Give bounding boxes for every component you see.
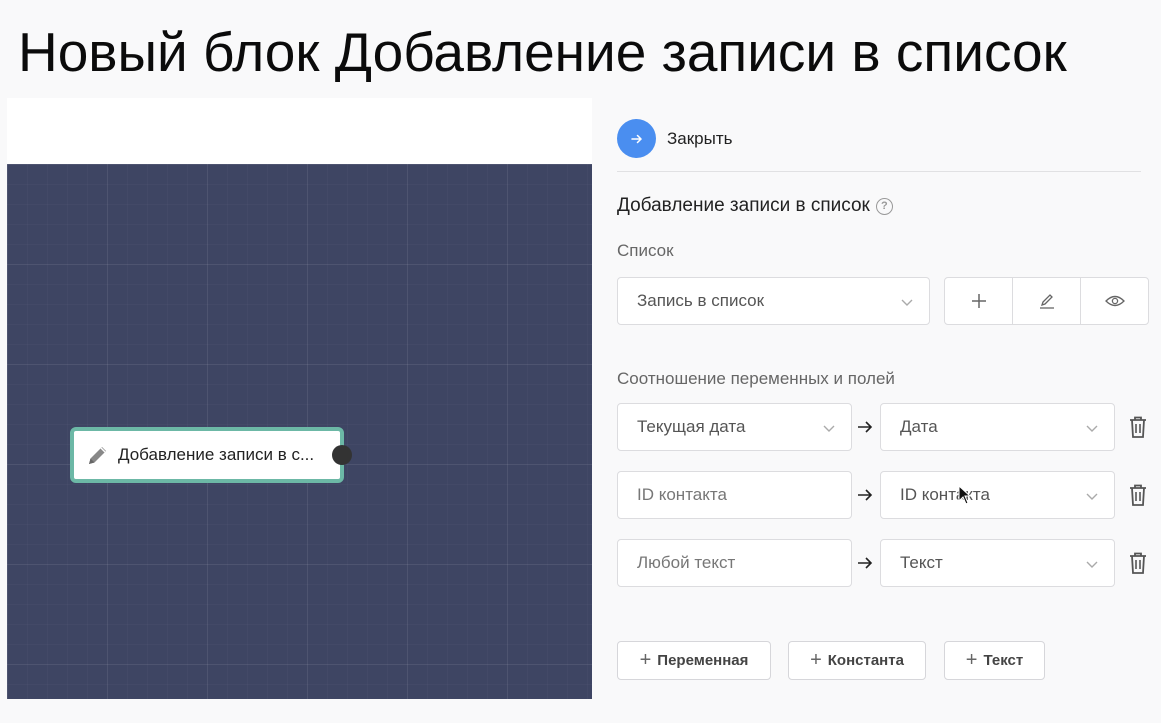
arrow-right-icon: [857, 553, 877, 573]
add-constant-label: Константа: [827, 652, 904, 669]
add-constant-button[interactable]: + Константа: [788, 641, 926, 680]
list-actions: [944, 277, 1149, 325]
pencil-icon: [86, 442, 112, 468]
plus-icon: +: [965, 649, 978, 671]
mapping-source-value: Текущая дата: [637, 417, 746, 436]
mapping-target-value: Дата: [900, 417, 938, 436]
chevron-down-icon: [1086, 425, 1098, 432]
slide-title: Новый блок Добавление записи в список: [18, 21, 1067, 83]
add-text-button[interactable]: + Текст: [944, 641, 1045, 680]
add-list-button[interactable]: [945, 278, 1012, 324]
add-text-label: Текст: [983, 652, 1024, 669]
list-label: Список: [617, 241, 674, 260]
trash-icon[interactable]: [1128, 551, 1148, 575]
list-select[interactable]: Запись в список: [617, 277, 930, 325]
chevron-down-icon: [901, 299, 913, 306]
canvas-toolbar-area: [7, 98, 592, 164]
divider: [617, 171, 1141, 172]
eye-icon: [1104, 295, 1125, 307]
list-select-value: Запись в список: [637, 291, 765, 310]
plus-icon: +: [639, 649, 652, 671]
node-label: Добавление записи в с...: [118, 445, 315, 464]
add-variable-label: Переменная: [657, 652, 749, 669]
mapping-target-select[interactable]: Дата: [880, 403, 1115, 451]
mapping-source-input[interactable]: ID контакта: [617, 471, 852, 519]
canvas-grid[interactable]: Добавление записи в с...: [7, 164, 592, 699]
arrow-right-icon: [857, 485, 877, 505]
node-output-port[interactable]: [332, 445, 352, 465]
mapping-source-value: ID контакта: [637, 485, 727, 504]
plus-icon: [971, 294, 986, 308]
trash-icon[interactable]: [1128, 415, 1148, 439]
flow-node-add-record[interactable]: Добавление записи в с...: [70, 427, 352, 483]
plus-icon: +: [810, 649, 822, 671]
mapping-target-value: ID контакта: [900, 485, 990, 504]
panel-title: Добавление записи в список ?: [617, 195, 893, 217]
help-icon[interactable]: ?: [875, 197, 893, 215]
add-variable-button[interactable]: + Переменная: [617, 641, 771, 680]
view-list-button[interactable]: [1080, 278, 1148, 324]
flow-canvas[interactable]: Добавление записи в с...: [7, 98, 592, 699]
arrow-right-icon: [857, 417, 877, 437]
close-button[interactable]: Закрыть: [617, 119, 732, 158]
mapping-label: Соотношение переменных и полей: [617, 369, 895, 388]
mapping-target-select[interactable]: Текст: [880, 539, 1115, 587]
panel-title-text: Добавление записи в список: [617, 195, 870, 216]
edit-icon: [1039, 294, 1054, 309]
trash-icon[interactable]: [1128, 483, 1148, 507]
mapping-source-select[interactable]: Текущая дата: [617, 403, 852, 451]
chevron-down-icon: [1086, 493, 1098, 500]
chevron-down-icon: [823, 425, 835, 432]
close-label[interactable]: Закрыть: [667, 129, 732, 149]
mapping-source-input[interactable]: Любой текст: [617, 539, 852, 587]
mapping-target-value: Текст: [900, 553, 943, 572]
settings-panel: Закрыть Добавление записи в список ? Спи…: [592, 98, 1161, 723]
mapping-source-value: Любой текст: [637, 553, 736, 572]
arrow-right-icon[interactable]: [617, 119, 656, 158]
mapping-target-select[interactable]: ID контакта: [880, 471, 1115, 519]
chevron-down-icon: [1086, 561, 1098, 568]
edit-list-button[interactable]: [1012, 278, 1080, 324]
mouse-cursor-icon: [958, 485, 972, 505]
